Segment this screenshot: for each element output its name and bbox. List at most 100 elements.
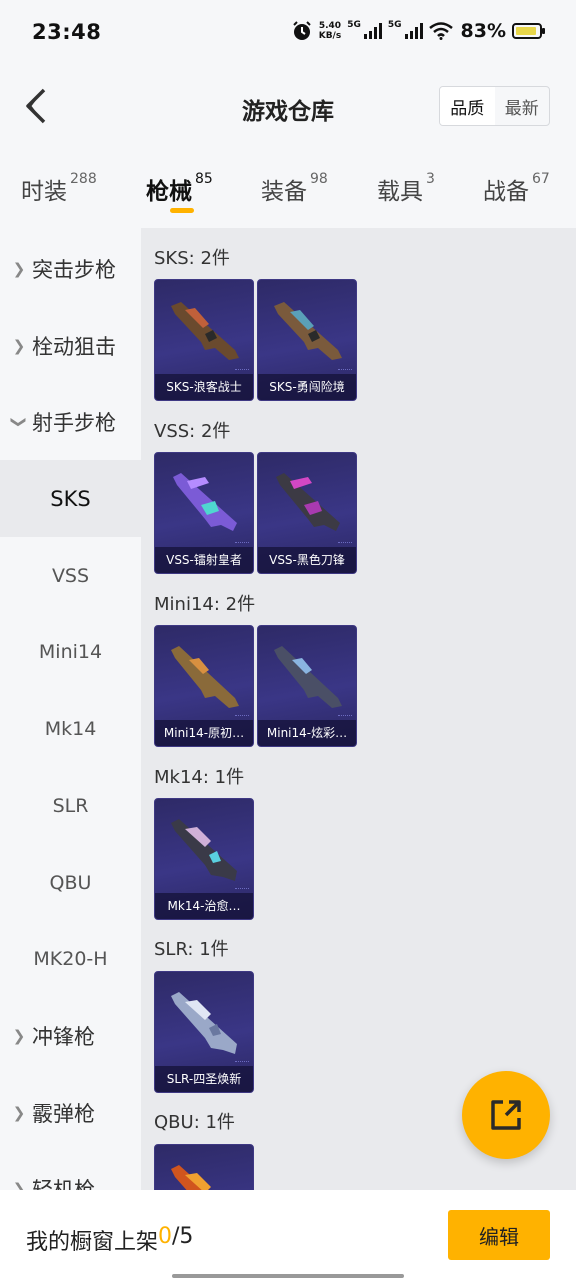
card-corner-decoration xyxy=(235,712,249,716)
sidebar-item-slr[interactable]: SLR xyxy=(0,767,141,844)
weapon-card[interactable]: Mini14-原初… xyxy=(154,625,254,747)
bottom-bar: 我的橱窗上架 0 /5 编辑 xyxy=(0,1190,576,1280)
weapon-name: SKS-浪客战士 xyxy=(155,374,253,400)
weapon-name: Mk14-治愈… xyxy=(155,893,253,919)
sidebar-item-sks[interactable]: SKS xyxy=(0,460,141,537)
rifle-icon xyxy=(274,302,342,360)
weapon-card[interactable]: Mk14-治愈… xyxy=(154,798,254,920)
weapon-name: SKS-勇闯险境 xyxy=(258,374,356,400)
tab-count: 98 xyxy=(310,171,328,187)
sidebar-item-label: 栓动狙击 xyxy=(32,334,116,359)
tab-label: 战备 xyxy=(483,179,529,205)
weapon-list: SKS: 2件 SKS-浪客战士 SKS-勇闯险境 VSS: 2件 VSS-镭射… xyxy=(141,228,576,1190)
rifle-icon xyxy=(171,819,237,881)
sidebar-item-label: SKS xyxy=(50,486,91,511)
tab-label: 装备 xyxy=(261,179,307,205)
card-corner-decoration xyxy=(235,539,249,543)
shelf-total: /5 xyxy=(172,1224,194,1249)
sidebar-item-mk14[interactable]: Mk14 xyxy=(0,690,141,767)
rifle-icon xyxy=(173,473,237,531)
sidebar-item-label: Mini14 xyxy=(38,640,103,663)
app-header: 游戏仓库 品质 最新 xyxy=(0,64,576,154)
tab-label: 载具 xyxy=(377,179,423,205)
tab-count: 288 xyxy=(70,171,97,187)
sidebar-item-label: SLR xyxy=(52,794,89,817)
section-title-qbu: QBU: 1件 xyxy=(154,1112,235,1133)
tab-equipment[interactable]: 装备 98 xyxy=(261,171,328,206)
category-tabs: 时装 288 枪械 85 装备 98 载具 3 战备 67 xyxy=(0,154,576,228)
sidebar-item-label: MK20-H xyxy=(33,947,108,970)
showcase-shelf-status: 我的橱窗上架 0 /5 xyxy=(26,1224,193,1256)
card-corner-decoration xyxy=(338,712,352,716)
sidebar-item-qbu[interactable]: QBU xyxy=(0,844,141,921)
signal-2-label: 5G xyxy=(387,20,402,30)
rifle-icon xyxy=(171,992,237,1054)
tab-label: 枪械 xyxy=(146,179,192,205)
share-icon xyxy=(491,1100,521,1130)
rifle-icon xyxy=(274,646,342,708)
status-icons: 5.40 KB/s 5G 5G 83% xyxy=(291,20,546,42)
sidebar-item-label: 突击步枪 xyxy=(32,257,116,282)
sidebar-item-label: VSS xyxy=(51,564,90,587)
signal-2-icon xyxy=(404,23,423,39)
card-corner-decoration xyxy=(235,366,249,370)
net-speed-value: 5.40 xyxy=(318,21,342,31)
weapon-card[interactable]: SKS-浪客战士 xyxy=(154,279,254,401)
weapon-card[interactable]: SKS-勇闯险境 xyxy=(257,279,357,401)
sidebar-item-shotgun[interactable]: ❯ 霰弹枪 xyxy=(0,1074,141,1151)
signal-1-icon xyxy=(363,23,382,39)
chevron-right-icon: ❯ xyxy=(12,1179,26,1191)
card-corner-decoration xyxy=(338,366,352,370)
sidebar-item-mk20h[interactable]: MK20-H xyxy=(0,920,141,997)
edit-button[interactable]: 编辑 xyxy=(448,1210,550,1260)
tab-count: 67 xyxy=(532,171,550,187)
weapon-card[interactable] xyxy=(154,1144,254,1190)
weapon-card[interactable]: Mini14-炫彩… xyxy=(257,625,357,747)
weapon-card[interactable]: SLR-四圣焕新 xyxy=(154,971,254,1093)
status-bar: 23:48 5.40 KB/s 5G 5G 83% xyxy=(0,0,576,64)
section-title-mini14: Mini14: 2件 xyxy=(154,594,256,615)
tab-vehicles[interactable]: 载具 3 xyxy=(377,171,435,206)
tab-fashion[interactable]: 时装 288 xyxy=(21,171,97,206)
sidebar-item-label: Mk14 xyxy=(44,717,97,740)
tab-supplies[interactable]: 战备 67 xyxy=(483,171,550,206)
tab-guns[interactable]: 枪械 85 xyxy=(146,171,213,206)
weapon-name: SLR-四圣焕新 xyxy=(155,1066,253,1092)
sort-option-latest[interactable]: 最新 xyxy=(495,87,550,125)
tab-count: 3 xyxy=(426,171,435,187)
card-corner-decoration xyxy=(338,539,352,543)
card-corner-decoration xyxy=(235,1058,249,1062)
shelf-label: 我的橱窗上架 xyxy=(26,1230,159,1255)
weapon-card[interactable]: VSS-黑色刀锋 xyxy=(257,452,357,574)
weapon-name: Mini14-原初… xyxy=(155,720,253,746)
alarm-icon xyxy=(293,21,311,40)
wifi-icon xyxy=(428,22,453,40)
chevron-right-icon: ❯ xyxy=(12,336,26,355)
sidebar-item-lmg[interactable]: ❯ 轻机枪 xyxy=(0,1150,141,1191)
section-title-slr: SLR: 1件 xyxy=(154,939,229,960)
active-tab-indicator xyxy=(170,208,194,213)
sidebar-item-bolt-sniper[interactable]: ❯ 栓动狙击 xyxy=(0,307,141,384)
net-speed: 5.40 KB/s xyxy=(319,21,341,41)
battery-icon xyxy=(512,23,545,39)
share-button[interactable] xyxy=(462,1071,550,1159)
sidebar-item-vss[interactable]: VSS xyxy=(0,537,141,614)
sort-option-quality[interactable]: 品质 xyxy=(440,87,495,125)
chevron-right-icon: ❯ xyxy=(12,259,26,278)
sidebar-item-smg[interactable]: ❯ 冲锋枪 xyxy=(0,997,141,1074)
signal-1-label: 5G xyxy=(347,20,361,30)
chevron-right-icon: ❯ xyxy=(12,1026,26,1045)
home-indicator[interactable] xyxy=(172,1274,404,1278)
shelf-count: 0 xyxy=(158,1224,173,1249)
rifle-icon xyxy=(276,473,340,531)
section-title-sks: SKS: 2件 xyxy=(154,248,230,269)
weapon-card[interactable]: VSS-镭射皇者 xyxy=(154,452,254,574)
sidebar-item-marksman-rifle[interactable]: ❯ 射手步枪 xyxy=(0,383,141,460)
sidebar-item-assault-rifle[interactable]: ❯ 突击步枪 xyxy=(0,230,141,307)
sidebar-item-mini14[interactable]: Mini14 xyxy=(0,613,141,690)
weapon-category-sidebar: ❯ 突击步枪 ❯ 栓动狙击 ❯ 射手步枪 SKS VSS Mini14 Mk14… xyxy=(0,228,141,1190)
section-title-vss: VSS: 2件 xyxy=(154,421,231,442)
section-title-mk14: Mk14: 1件 xyxy=(154,767,245,788)
battery-percent: 83% xyxy=(460,20,506,42)
sidebar-item-label: 射手步枪 xyxy=(32,410,116,435)
